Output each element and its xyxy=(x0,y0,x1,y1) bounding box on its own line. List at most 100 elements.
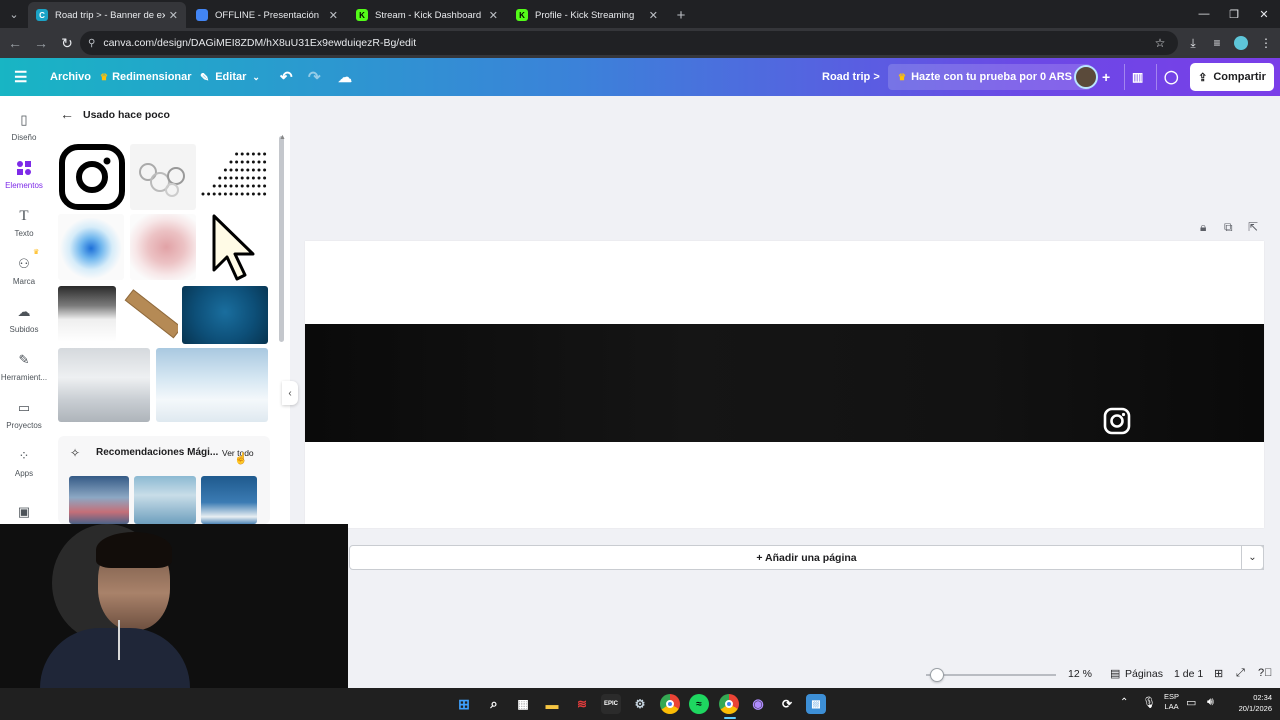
dark-cloud-thumbnail[interactable] xyxy=(58,286,116,342)
browser-tab-canva[interactable]: C Road trip > - Banner de exterior ✕ xyxy=(28,2,186,28)
instagram-logo-thumbnail[interactable] xyxy=(58,144,126,210)
lock-icon[interactable]: 🔒︎ xyxy=(1200,220,1206,235)
duplicate-page-icon[interactable]: ⧉ xyxy=(1224,220,1233,235)
new-tab-icon[interactable]: + xyxy=(668,2,694,28)
minimize-icon[interactable]: — xyxy=(1188,0,1220,28)
gray-clouds-thumbnail[interactable] xyxy=(58,348,150,422)
rail-item-uploads[interactable]: ☁ Subidos xyxy=(0,302,48,334)
grid-view-icon[interactable]: ⊞ xyxy=(1214,667,1223,680)
scroll-up-icon[interactable]: ▲ xyxy=(279,134,286,141)
add-page-icon[interactable]: ⇱ xyxy=(1248,220,1258,234)
clock[interactable]: 02:34 20/1/2026 xyxy=(1226,692,1272,714)
add-page-button[interactable]: + Añadir una página xyxy=(349,545,1264,570)
panel-scrollbar[interactable] xyxy=(279,136,284,342)
add-collaborator-icon[interactable]: + xyxy=(1102,66,1110,88)
cursor-pointer-thumbnail[interactable] xyxy=(200,212,270,282)
downloads-icon[interactable]: ⤓ xyxy=(1183,33,1203,53)
blue-texture-thumbnail[interactable] xyxy=(182,286,268,344)
recommended-photo[interactable] xyxy=(134,476,196,524)
back-icon[interactable]: ← xyxy=(2,30,28,56)
black-banner-shape[interactable] xyxy=(305,324,1264,442)
search-icon[interactable]: ⌕ xyxy=(484,694,504,714)
restore-icon[interactable]: ❐ xyxy=(1218,0,1250,28)
recommended-photo[interactable] xyxy=(69,476,129,524)
pink-cloud-thumbnail[interactable] xyxy=(130,214,196,280)
browser-tab-presentation[interactable]: OFFLINE - Presentación ✕ xyxy=(188,2,346,28)
profile-avatar-icon[interactable] xyxy=(1231,33,1251,53)
app-icon-refresh[interactable]: ⟳ xyxy=(777,694,797,714)
language-indicator[interactable]: ESP LAA xyxy=(1164,692,1179,712)
rail-item-design[interactable]: ▯ Diseño xyxy=(0,110,48,142)
chrome-active-icon[interactable] xyxy=(719,694,739,714)
bookmark-star-icon[interactable]: ☆ xyxy=(1150,33,1170,53)
brand-icon: ⚇ ♛ xyxy=(18,249,40,271)
address-bar[interactable]: ⚲ canva.com/design/DAGiMEI8ZDM/hX8uU31Ex… xyxy=(80,31,1178,55)
reload-icon[interactable]: ↻ xyxy=(54,30,80,56)
redo-icon[interactable]: ↷ xyxy=(308,66,321,88)
rail-item-projects[interactable]: ▭ Proyectos xyxy=(0,398,48,430)
obs-icon[interactable]: ◉ xyxy=(748,694,768,714)
volume-icon[interactable]: 🔊︎ xyxy=(1207,696,1214,709)
forward-icon[interactable]: → xyxy=(28,30,54,56)
zoom-percentage[interactable]: 12 % xyxy=(1068,668,1092,680)
browser-menu-icon[interactable]: ⋮ xyxy=(1256,33,1276,53)
rail-item-elements[interactable]: Elementos xyxy=(0,158,48,190)
recommended-photo[interactable] xyxy=(201,476,257,524)
app-icon-red[interactable]: ≋ xyxy=(572,694,592,714)
share-button[interactable]: ⇪ Compartir xyxy=(1190,63,1274,91)
main-menu-icon[interactable]: ☰ xyxy=(14,66,27,88)
resize-button[interactable]: ♛ Redimensionar xyxy=(100,66,192,88)
browser-tab-kick-dashboard[interactable]: K Stream - Kick Dashboard ✕ xyxy=(348,2,506,28)
dot-pattern-thumbnail[interactable] xyxy=(200,144,270,210)
reading-list-icon[interactable]: ≡ xyxy=(1207,33,1227,53)
close-tab-icon[interactable]: ✕ xyxy=(489,9,498,22)
collapse-panel-chevron-icon[interactable]: ‹ xyxy=(282,381,298,405)
comments-icon[interactable]: ◯ xyxy=(1164,66,1179,88)
user-avatar[interactable] xyxy=(1074,65,1098,89)
back-arrow-icon[interactable]: ← xyxy=(60,106,74,122)
edit-menu-button[interactable]: ✎ Editar ⌄ xyxy=(200,66,260,88)
close-window-icon[interactable]: ✕ xyxy=(1248,0,1280,28)
pages-button[interactable]: Páginas xyxy=(1125,668,1163,680)
design-title[interactable]: Road trip > xyxy=(822,66,880,88)
tape-strip-thumbnail[interactable] xyxy=(120,286,178,342)
rail-item-text[interactable]: T Texto xyxy=(0,206,48,239)
close-tab-icon[interactable]: ✕ xyxy=(169,9,178,22)
file-menu-button[interactable]: Archivo xyxy=(50,66,91,88)
fullscreen-icon[interactable]: ⤢ xyxy=(1236,667,1245,680)
close-tab-icon[interactable]: ✕ xyxy=(649,9,658,22)
sky-clouds-thumbnail[interactable] xyxy=(156,348,268,422)
cloud-saved-icon[interactable]: ☁ xyxy=(338,66,352,88)
chrome-icon[interactable] xyxy=(660,694,680,714)
rail-item-apps[interactable]: ⁘ Apps xyxy=(0,446,48,478)
tray-overflow-icon[interactable]: ⌃ xyxy=(1120,697,1128,708)
microphone-icon[interactable]: 🎙︎ xyxy=(1142,696,1156,709)
widgets-icon[interactable]: ▦ xyxy=(513,694,533,714)
rail-item-tools[interactable]: ✎ Herramient... xyxy=(0,350,48,382)
rail-item-photos[interactable]: ▣ xyxy=(0,502,48,525)
epic-games-icon[interactable]: EPIC xyxy=(601,694,621,714)
file-explorer-icon[interactable]: ▬ xyxy=(542,694,562,714)
zoom-slider-track[interactable] xyxy=(926,674,1056,676)
add-page-options-chevron-icon[interactable]: ⌄ xyxy=(1241,545,1264,570)
design-page[interactable] xyxy=(305,241,1264,528)
rail-label: Marca xyxy=(12,277,36,286)
instagram-icon[interactable] xyxy=(1103,407,1131,435)
site-info-icon[interactable]: ⚲ xyxy=(88,38,95,49)
rail-item-brand[interactable]: ⚇ ♛ Marca xyxy=(0,249,48,286)
free-trial-button[interactable]: ♛ Hazte con tu prueba por 0 ARS $ xyxy=(888,64,1092,90)
zoom-slider-thumb[interactable] xyxy=(930,668,944,682)
undo-icon[interactable]: ↶ xyxy=(280,66,293,88)
windows-start-icon[interactable]: ⊞ xyxy=(454,694,474,714)
browser-tab-kick-profile[interactable]: K Profile - Kick Streaming ✕ xyxy=(508,2,666,28)
app-icon-blue[interactable]: ▨ xyxy=(806,694,826,714)
steam-icon[interactable]: ⚙ xyxy=(630,694,650,714)
help-icon[interactable]: ?⃝ xyxy=(1258,667,1272,679)
close-tab-icon[interactable]: ✕ xyxy=(329,9,338,22)
insights-chart-icon[interactable]: ▥ xyxy=(1132,66,1143,88)
rings-sketch-thumbnail[interactable] xyxy=(130,144,196,210)
blue-glow-thumbnail[interactable] xyxy=(58,214,124,280)
spotify-icon[interactable]: ≈ xyxy=(689,694,709,714)
network-icon[interactable]: ▭ xyxy=(1186,696,1196,709)
tab-search-icon[interactable]: ⌄ xyxy=(0,0,28,28)
